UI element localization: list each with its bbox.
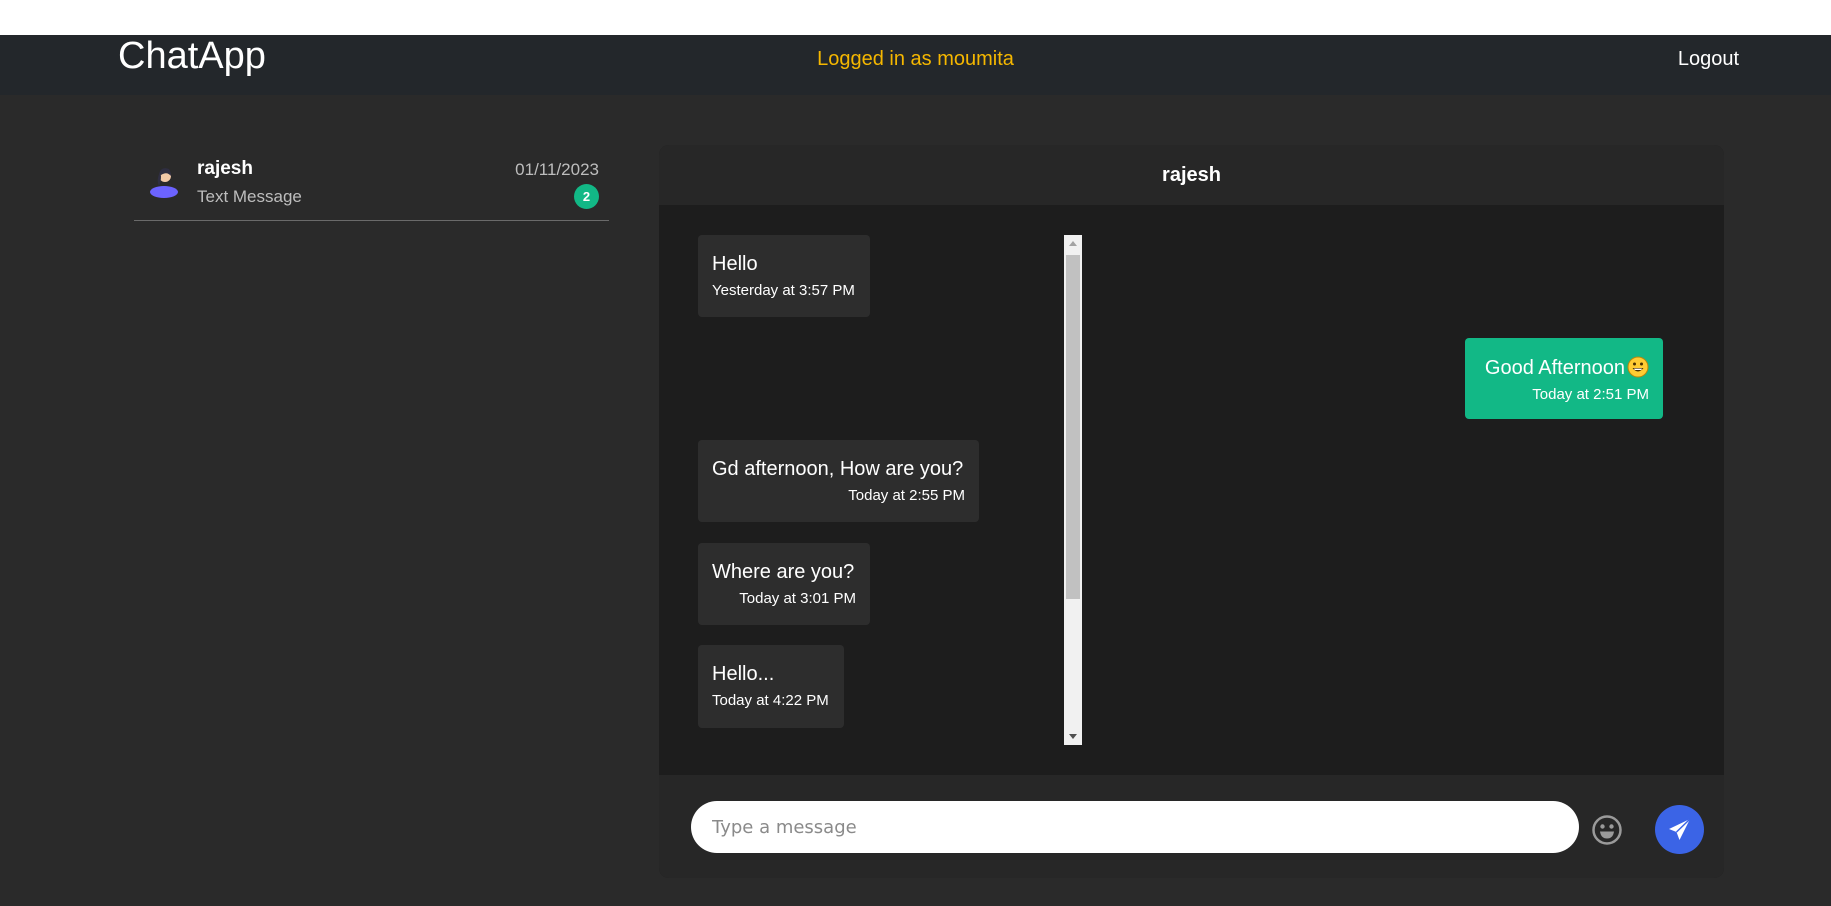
logged-in-status: Logged in as moumita — [817, 48, 1014, 70]
chat-title: rajesh — [1162, 164, 1221, 186]
conversation-name: rajesh — [197, 158, 253, 179]
top-margin — [0, 0, 1831, 35]
message-time: Today at 2:51 PM — [1532, 386, 1649, 403]
conversation-list: rajesh Text Message 01/11/2023 2 — [134, 150, 609, 221]
message-text: Hello — [712, 253, 758, 275]
message-text-row: Good Afternoon — [1479, 356, 1649, 380]
user-avatar-icon — [150, 168, 178, 198]
emoji-button[interactable] — [1591, 814, 1623, 846]
navbar: ChatApp Logged in as moumita Logout — [0, 35, 1831, 95]
message-text: Good Afternoon — [1484, 357, 1625, 379]
scroll-up-arrow-icon[interactable] — [1064, 235, 1082, 253]
message-time: Yesterday at 3:57 PM — [712, 282, 855, 299]
unread-badge: 2 — [574, 184, 599, 209]
logout-link[interactable]: Logout — [1678, 48, 1739, 71]
send-button[interactable] — [1655, 805, 1704, 854]
message-scrollbar[interactable] — [1064, 235, 1082, 745]
message-text: Gd afternoon, How are you? — [712, 458, 964, 480]
message-time: Today at 2:55 PM — [848, 487, 965, 504]
message-outgoing: Good Afternoon Today at 2:51 PM — [1465, 338, 1663, 419]
conversation-date: 01/11/2023 — [515, 160, 599, 179]
grinning-face-emoji-icon — [1627, 356, 1649, 378]
send-icon — [1669, 818, 1691, 840]
message-text: Hello... — [712, 663, 775, 685]
scroll-down-arrow-icon[interactable] — [1064, 727, 1082, 745]
conversation-preview: Text Message — [197, 187, 302, 206]
chat-header: rajesh — [659, 145, 1724, 205]
message-incoming: Hello Yesterday at 3:57 PM — [698, 235, 870, 317]
message-text: Where are you? — [712, 561, 855, 583]
conversation-item-rajesh[interactable]: rajesh Text Message 01/11/2023 2 — [134, 150, 609, 221]
message-input[interactable] — [691, 801, 1579, 853]
message-incoming: Gd afternoon, How are you? Today at 2:55… — [698, 440, 979, 522]
composer-bar — [659, 775, 1724, 878]
message-incoming: Hello... Today at 4:22 PM — [698, 645, 844, 728]
smiley-icon — [1592, 815, 1622, 845]
message-list[interactable]: Hello Yesterday at 3:57 PM Good Afternoo… — [659, 205, 1724, 775]
message-time: Today at 3:01 PM — [739, 590, 856, 607]
avatar — [149, 162, 179, 198]
scrollbar-thumb[interactable] — [1066, 255, 1080, 599]
chat-panel: rajesh Hello Yesterday at 3:57 PM Good A… — [659, 145, 1724, 878]
message-incoming: Where are you? Today at 3:01 PM — [698, 543, 870, 625]
message-time: Today at 4:22 PM — [712, 692, 829, 709]
